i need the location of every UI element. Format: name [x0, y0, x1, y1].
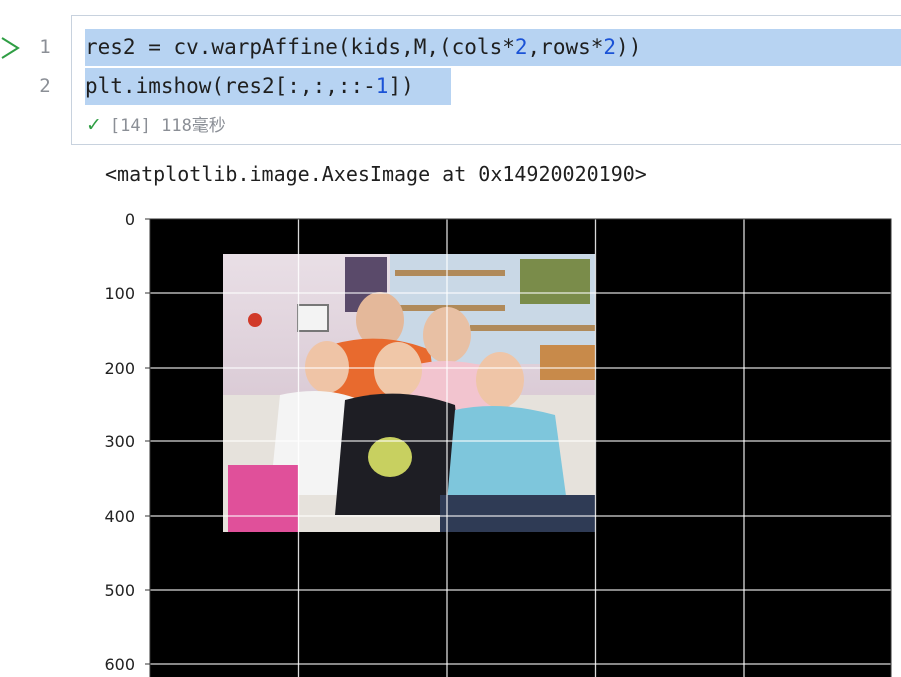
- code-number: 2: [514, 35, 528, 59]
- family-photo: [223, 254, 595, 532]
- output-repr: <matplotlib.image.AxesImage at 0x1492002…: [105, 162, 647, 186]
- check-icon: ✓: [86, 114, 102, 136]
- y-tick-label: 400: [104, 507, 135, 526]
- code-number: 1: [375, 74, 389, 98]
- y-tick-label: 600: [104, 655, 135, 674]
- code-text: ]): [388, 74, 414, 98]
- y-tick-label: 300: [104, 432, 135, 451]
- code-text: )): [616, 35, 642, 59]
- y-tick-label: 200: [104, 359, 135, 378]
- y-tick-label: 100: [104, 284, 135, 303]
- code-text: plt.imshow(res2[:,:,::-: [85, 74, 376, 98]
- execution-status: ✓ [14] 118毫秒: [86, 112, 226, 138]
- code-text: ,rows*: [527, 35, 604, 59]
- code-line-2[interactable]: plt.imshow(res2[:,:,::-1]): [85, 68, 414, 104]
- y-tick-label: 500: [104, 581, 135, 600]
- code-text: res2 = cv.warpAffine(kids,M,(cols*: [85, 35, 515, 59]
- output-plot: 0 100 200 300 400 500 600: [104, 210, 892, 677]
- line-number-2: 2: [39, 75, 51, 97]
- y-tick-label: 0: [125, 210, 135, 229]
- code-number: 2: [603, 35, 617, 59]
- code-line-1[interactable]: res2 = cv.warpAffine(kids,M,(cols*2,rows…: [85, 29, 641, 65]
- run-cell-icon[interactable]: [0, 36, 22, 60]
- execution-status-text: [14] 118毫秒: [109, 116, 226, 136]
- line-number-1: 1: [39, 36, 51, 58]
